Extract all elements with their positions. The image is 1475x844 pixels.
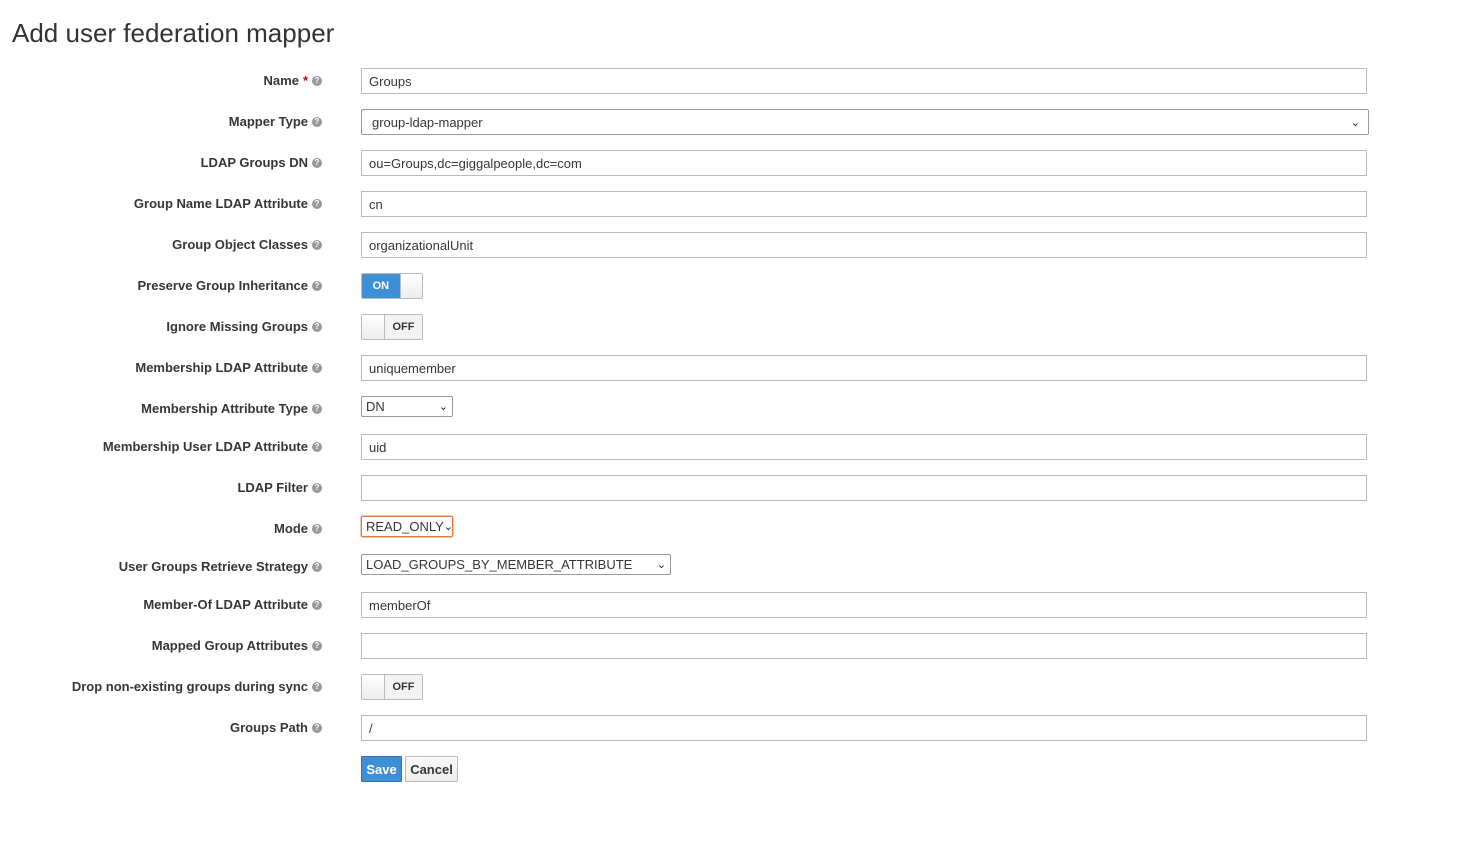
toggle-state-on: ON — [362, 274, 400, 298]
ignore-missing-label: Ignore Missing Groups ? — [166, 319, 322, 334]
help-icon[interactable]: ? — [312, 321, 322, 332]
help-icon[interactable]: ? — [312, 561, 322, 572]
help-icon[interactable]: ? — [312, 482, 322, 493]
mapped-group-attrs-input[interactable] — [361, 633, 1367, 659]
groups-path-input[interactable]: / — [361, 715, 1367, 741]
membership-attr-label: Membership LDAP Attribute ? — [135, 360, 322, 375]
retrieve-strategy-label-text: User Groups Retrieve Strategy — [118, 559, 308, 574]
membership-attr-label-text: Membership LDAP Attribute — [135, 360, 308, 375]
save-button[interactable]: Save — [361, 756, 402, 782]
membership-user-attr-label-text: Membership User LDAP Attribute — [102, 439, 308, 454]
group-object-classes-input[interactable]: organizationalUnit — [361, 232, 1367, 258]
help-icon[interactable]: ? — [312, 403, 322, 414]
group-name-attr-input[interactable]: cn — [361, 191, 1367, 217]
chevron-down-icon: ⌄ — [1350, 116, 1360, 129]
group-object-classes-label: Group Object Classes ? — [172, 237, 322, 252]
membership-attr-type-label: Membership Attribute Type ? — [141, 401, 322, 416]
help-icon[interactable]: ? — [312, 441, 322, 452]
membership-attr-input[interactable]: uniquemember — [361, 355, 1367, 381]
mapped-group-attrs-label: Mapped Group Attributes ? — [152, 638, 322, 653]
name-input[interactable]: Groups — [361, 68, 1367, 94]
membership-attr-type-value: DN — [366, 399, 385, 414]
ignore-missing-toggle[interactable]: OFF — [361, 314, 423, 340]
name-label-text: Name — [263, 73, 299, 88]
ldap-filter-input[interactable] — [361, 475, 1367, 501]
help-icon[interactable]: ? — [312, 198, 322, 209]
ldap-groups-dn-label-text: LDAP Groups DN — [200, 155, 308, 170]
membership-user-attr-input[interactable]: uid — [361, 434, 1367, 460]
mapper-type-label-text: Mapper Type — [228, 114, 308, 129]
groups-path-label: Groups Path ? — [230, 720, 322, 735]
retrieve-strategy-value: LOAD_GROUPS_BY_MEMBER_ATTRIBUTE — [366, 557, 633, 572]
membership-attr-type-select[interactable]: DN ⌄ — [361, 396, 453, 417]
mode-value: READ_ONLY — [366, 519, 444, 534]
chevron-down-icon: ⌄ — [438, 401, 448, 413]
membership-user-attr-label: Membership User LDAP Attribute ? — [103, 439, 322, 454]
help-icon[interactable]: ? — [312, 523, 322, 534]
retrieve-strategy-select[interactable]: LOAD_GROUPS_BY_MEMBER_ATTRIBUTE ⌄ — [361, 554, 671, 575]
group-object-classes-label-text: Group Object Classes — [172, 237, 308, 252]
mapper-type-label: Mapper Type ? — [229, 114, 322, 129]
mapper-type-value: group-ldap-mapper — [372, 114, 483, 130]
membership-attr-type-label-text: Membership Attribute Type — [141, 401, 308, 416]
help-icon[interactable]: ? — [312, 75, 322, 86]
groups-path-label-text: Groups Path — [229, 720, 308, 735]
drop-nonexisting-toggle[interactable]: OFF — [361, 674, 423, 700]
name-label: Name * ? — [264, 73, 322, 88]
group-name-attr-label: Group Name LDAP Attribute ? — [134, 196, 322, 211]
help-icon[interactable]: ? — [312, 681, 322, 692]
mode-select[interactable]: READ_ONLY ⌄ — [361, 516, 453, 537]
help-icon[interactable]: ? — [312, 239, 322, 250]
ldap-groups-dn-label: LDAP Groups DN ? — [201, 155, 322, 170]
mapped-group-attrs-label-text: Mapped Group Attributes — [151, 638, 308, 653]
chevron-down-icon: ⌄ — [443, 521, 454, 533]
member-of-attr-label: Member-Of LDAP Attribute ? — [143, 597, 322, 612]
preserve-inheritance-label: Preserve Group Inheritance ? — [137, 278, 322, 293]
help-icon[interactable]: ? — [312, 640, 322, 651]
cancel-button[interactable]: Cancel — [405, 756, 458, 782]
toggle-knob — [362, 315, 385, 339]
help-icon[interactable]: ? — [312, 157, 322, 168]
help-icon[interactable]: ? — [312, 362, 322, 373]
ldap-filter-label: LDAP Filter ? — [237, 480, 322, 495]
help-icon[interactable]: ? — [312, 280, 322, 291]
help-icon[interactable]: ? — [312, 722, 322, 733]
retrieve-strategy-label: User Groups Retrieve Strategy ? — [119, 559, 322, 574]
drop-nonexisting-label-text: Drop non-existing groups during sync — [71, 679, 308, 694]
toggle-state-off: OFF — [385, 675, 422, 699]
preserve-inheritance-toggle[interactable]: ON — [361, 273, 423, 299]
help-icon[interactable]: ? — [312, 116, 322, 127]
member-of-attr-input[interactable]: memberOf — [361, 592, 1367, 618]
ldap-groups-dn-input[interactable]: ou=Groups,dc=giggalpeople,dc=com — [361, 150, 1367, 176]
ldap-filter-label-text: LDAP Filter — [237, 480, 308, 495]
page-title: Add user federation mapper — [12, 18, 335, 48]
group-name-attr-label-text: Group Name LDAP Attribute — [133, 196, 308, 211]
mapper-type-select[interactable]: group-ldap-mapper ⌄ — [361, 109, 1369, 135]
toggle-knob — [399, 274, 422, 298]
member-of-attr-label-text: Member-Of LDAP Attribute — [143, 597, 308, 612]
preserve-inheritance-label-text: Preserve Group Inheritance — [137, 278, 308, 293]
chevron-down-icon: ⌄ — [656, 559, 666, 571]
help-icon[interactable]: ? — [312, 599, 322, 610]
mode-label: Mode ? — [274, 521, 322, 536]
ignore-missing-label-text: Ignore Missing Groups — [166, 319, 308, 334]
required-marker: * — [302, 73, 308, 88]
toggle-state-off: OFF — [385, 315, 422, 339]
toggle-knob — [362, 675, 385, 699]
drop-nonexisting-label: Drop non-existing groups during sync ? — [72, 679, 322, 694]
mode-label-text: Mode — [274, 521, 308, 536]
